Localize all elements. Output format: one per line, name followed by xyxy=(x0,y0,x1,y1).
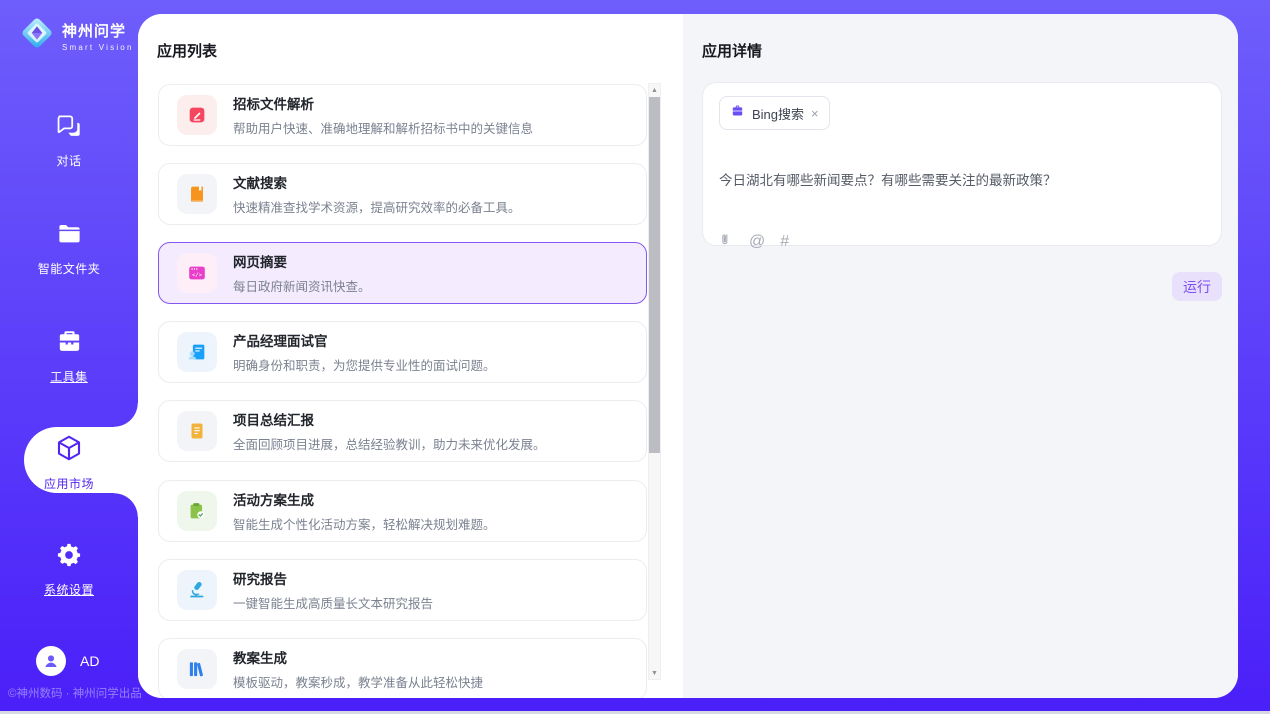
app-desc: 一键智能生成高质量长文本研究报告 xyxy=(233,593,433,612)
prompt-input-card[interactable]: Bing搜索 × 今日湖北有哪些新闻要点？有哪些需要关注的最新政策？ @ # xyxy=(702,82,1222,246)
cube-icon xyxy=(54,433,84,468)
webpage-code-icon: </> xyxy=(177,253,217,293)
chat-bubble-icon xyxy=(56,113,83,145)
app-detail-title: 应用详情 xyxy=(702,40,762,61)
edit-document-icon xyxy=(177,95,217,135)
resume-person-icon xyxy=(177,332,217,372)
app-card-project-summary[interactable]: 项目总结汇报 全面回顾项目进展，总结经验教训，助力未来优化发展。 xyxy=(158,400,647,462)
sidebar-item-chat[interactable]: 对话 xyxy=(0,113,138,169)
mention-at-icon[interactable]: @ xyxy=(749,233,765,251)
sidebar: 神州问学 Smart Vision 对话 智能文件夹 工具 xyxy=(0,0,138,714)
app-name: 文献搜索 xyxy=(233,172,521,192)
app-desc: 明确身份和职责，为您提供专业性的面试问题。 xyxy=(233,355,496,374)
attachment-toolbar: @ # xyxy=(719,231,789,253)
orange-book-icon xyxy=(177,174,217,214)
logo-subtitle: Smart Vision xyxy=(62,43,134,52)
user-profile[interactable]: AD xyxy=(36,646,99,676)
app-card-pm-interviewer[interactable]: 产品经理面试官 明确身份和职责，为您提供专业性的面试问题。 xyxy=(158,321,647,383)
gear-icon xyxy=(55,541,83,574)
paperclip-icon[interactable] xyxy=(719,231,734,253)
svg-text:</>: </> xyxy=(192,273,203,279)
toolbox-icon xyxy=(55,327,84,361)
app-card-bid-parse[interactable]: 招标文件解析 帮助用户快速、准确地理解和解析招标书中的关键信息 xyxy=(158,84,647,146)
sidebar-item-settings[interactable]: 系统设置 xyxy=(0,541,138,598)
app-name: 教案生成 xyxy=(233,647,483,667)
content-frame: 应用列表 招标文件解析 帮助用户快速、准确地理解和解析招标书中的关键信息 xyxy=(138,14,1238,698)
sidebar-item-app-market[interactable]: 应用市场 xyxy=(0,433,138,492)
scrollbar-thumb[interactable] xyxy=(649,97,660,453)
close-icon[interactable]: × xyxy=(811,107,819,120)
app-name: 招标文件解析 xyxy=(233,93,533,113)
app-list-scrollbar[interactable]: ▲ ▼ xyxy=(648,83,661,680)
sidebar-item-toolset[interactable]: 工具集 xyxy=(0,327,138,385)
sidebar-item-label: 智能文件夹 xyxy=(38,260,101,277)
app-name: 网页摘要 xyxy=(233,251,371,271)
app-card-literature-search[interactable]: 文献搜索 快速精准查找学术资源，提高研究效率的必备工具。 xyxy=(158,163,647,225)
app-name: 项目总结汇报 xyxy=(233,409,546,429)
person-icon xyxy=(42,652,60,670)
app-card-lesson-plan[interactable]: 教案生成 模板驱动，教案秒成，教学准备从此轻松快捷 xyxy=(158,638,647,698)
app-name: 活动方案生成 xyxy=(233,489,496,509)
sidebar-item-label: 对话 xyxy=(56,152,81,169)
clipboard-check-icon xyxy=(177,491,217,531)
scroll-up-arrow[interactable]: ▲ xyxy=(649,84,660,96)
microscope-icon xyxy=(177,570,217,610)
app-list-title: 应用列表 xyxy=(157,40,217,61)
app-desc: 模板驱动，教案秒成，教学准备从此轻松快捷 xyxy=(233,672,483,691)
pill-curve-bottom xyxy=(114,493,138,517)
logo-title: 神州问学 xyxy=(62,20,134,41)
gem-diamond-logo-icon xyxy=(18,14,56,57)
app-desc: 快速精准查找学术资源，提高研究效率的必备工具。 xyxy=(233,197,521,216)
app-desc: 帮助用户快速、准确地理解和解析招标书中的关键信息 xyxy=(233,118,533,137)
app-logo: 神州问学 Smart Vision xyxy=(18,14,134,57)
app-card-event-plan[interactable]: 活动方案生成 智能生成个性化活动方案，轻松解决规划难题。 xyxy=(158,480,647,542)
hash-icon[interactable]: # xyxy=(780,233,789,251)
sidebar-item-label: 系统设置 xyxy=(44,581,94,598)
tool-tag-bing-search[interactable]: Bing搜索 × xyxy=(719,96,830,130)
app-desc: 每日政府新闻资讯快查。 xyxy=(233,276,371,295)
tool-tag-label: Bing搜索 xyxy=(752,104,804,123)
sidebar-item-label: 工具集 xyxy=(50,368,88,385)
run-button[interactable]: 运行 xyxy=(1172,272,1222,301)
sidebar-item-smart-folders[interactable]: 智能文件夹 xyxy=(0,221,138,277)
avatar xyxy=(36,646,66,676)
sidebar-item-label: 应用市场 xyxy=(44,475,94,492)
app-card-webpage-summary[interactable]: </> 网页摘要 每日政府新闻资讯快查。 xyxy=(158,242,647,304)
copyright-text: ©神州数码 · 神州问学出品 xyxy=(8,685,142,701)
query-text[interactable]: 今日湖北有哪些新闻要点？有哪些需要关注的最新政策？ xyxy=(719,169,1199,189)
user-name: AD xyxy=(80,653,99,669)
pill-curve-top xyxy=(114,403,138,427)
scroll-down-arrow[interactable]: ▼ xyxy=(649,667,660,679)
folder-icon xyxy=(56,221,83,253)
app-list-panel: 应用列表 招标文件解析 帮助用户快速、准确地理解和解析招标书中的关键信息 xyxy=(138,14,683,698)
app-card-research-report[interactable]: 研究报告 一键智能生成高质量长文本研究报告 xyxy=(158,559,647,621)
yellow-document-icon xyxy=(177,411,217,451)
briefcase-icon xyxy=(730,103,745,123)
books-icon xyxy=(177,649,217,689)
app-detail-panel: 应用详情 Bing搜索 × 今日湖北有哪些新闻要点？有哪些需要关注的最新政策？ xyxy=(683,14,1238,698)
app-desc: 全面回顾项目进展，总结经验教训，助力未来优化发展。 xyxy=(233,434,546,453)
app-name: 产品经理面试官 xyxy=(233,330,496,350)
app-desc: 智能生成个性化活动方案，轻松解决规划难题。 xyxy=(233,514,496,533)
app-name: 研究报告 xyxy=(233,568,433,588)
